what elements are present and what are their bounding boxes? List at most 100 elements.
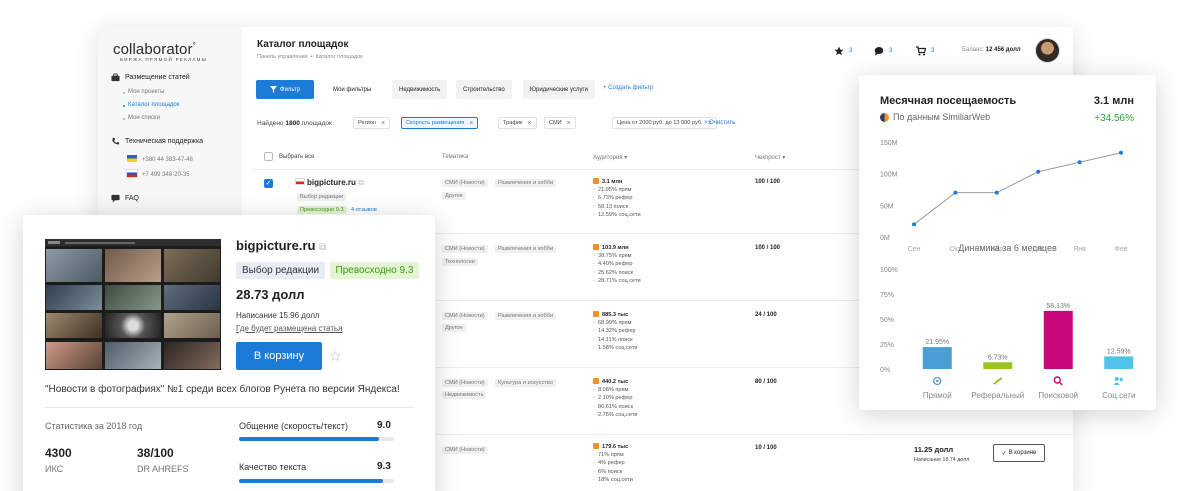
- breadcrumb-current: Каталог площадок: [315, 54, 363, 60]
- topic-tag: Развлечения и хобби: [495, 245, 557, 253]
- column-topics[interactable]: Тематика: [442, 154, 468, 160]
- placement-info-link[interactable]: Где будет размещена статья: [236, 324, 342, 333]
- row-reviews-link[interactable]: 4 отзывов: [351, 207, 377, 213]
- rating-communication-value: 9.0: [377, 420, 391, 431]
- filter-chip-region[interactable]: Регион ×: [353, 117, 391, 129]
- external-link-icon[interactable]: ⧉: [358, 178, 364, 187]
- detail-badges: Выбор редакции Превосходно 9.3: [236, 260, 420, 279]
- row-checkbox[interactable]: ✓: [264, 179, 273, 188]
- breadcrumb-home[interactable]: Панель управления: [257, 54, 308, 60]
- favorites-button[interactable]: 3: [834, 46, 852, 56]
- link-icon: [993, 377, 1003, 385]
- users-icon: [1114, 377, 1119, 381]
- bar-value-label: 6.73%: [988, 354, 1008, 361]
- phone-ru[interactable]: +7 499 348-20-35: [126, 169, 190, 178]
- sidebar-item-catalog[interactable]: Каталог площадок: [122, 102, 179, 108]
- screenshot-stage: collaborator° БИРЖА ПРЯМОЙ РЕКЛАМЫ Разме…: [0, 0, 1178, 491]
- data-source: По данным SimiliarWeb: [880, 112, 990, 122]
- rating-quality-value: 9.3: [377, 461, 391, 472]
- clear-filters-link[interactable]: × Очистить: [704, 120, 735, 126]
- data-point[interactable]: [994, 190, 999, 195]
- add-to-cart-button[interactable]: В корзину: [236, 342, 322, 370]
- y-tick-label: 100M: [880, 172, 898, 179]
- y-tick-label: 150M: [880, 140, 898, 147]
- series-line: [913, 152, 1122, 225]
- bar[interactable]: [983, 362, 1013, 369]
- bar-category-label: Прямой: [923, 391, 952, 400]
- avatar[interactable]: [1035, 38, 1060, 63]
- stats-title: Статистика за 2018 год: [45, 421, 143, 431]
- close-icon[interactable]: ×: [381, 120, 385, 127]
- y-tick-label: 50%: [880, 317, 894, 324]
- bar[interactable]: [1043, 310, 1073, 369]
- in-cart-button[interactable]: ✓ В корзине: [993, 444, 1045, 462]
- cart-icon: [916, 46, 926, 56]
- audience-cell: 885.3 тыс68.99% прям14.32% рефер14.11% п…: [593, 311, 638, 352]
- badge-editor-choice: Выбор редакции: [236, 262, 326, 279]
- sidebar-item-faq[interactable]: FAQ: [111, 194, 139, 203]
- users-icon-body: [1113, 382, 1120, 385]
- messages-button[interactable]: 3: [874, 46, 892, 56]
- sidebar-item-support[interactable]: Техническая поддержка: [111, 137, 203, 146]
- tab-realty[interactable]: Недвижимость: [392, 80, 448, 99]
- close-icon[interactable]: ×: [528, 120, 532, 127]
- filter-chip-speed[interactable]: Скорость размещения ×: [401, 117, 479, 129]
- audience-cell: 103.9 млн38.75% прям4.40% рефер25.62% по…: [593, 244, 641, 285]
- sidebar-item-my-lists[interactable]: Мои списки: [123, 115, 160, 121]
- data-point[interactable]: [1119, 150, 1123, 155]
- data-point[interactable]: [1077, 160, 1082, 165]
- row-badge-rating: Превосходно 9.3: [297, 206, 347, 214]
- bar-category-label: Реферальный: [971, 391, 1024, 400]
- close-icon[interactable]: ×: [469, 120, 473, 127]
- cart-button[interactable]: 3: [916, 46, 934, 56]
- data-point[interactable]: [912, 222, 916, 227]
- bar[interactable]: [1104, 356, 1134, 369]
- star-icon: [834, 46, 844, 56]
- flag-ru-icon: [126, 169, 138, 178]
- check-value: 80 / 100: [755, 379, 777, 385]
- filter-chip-price[interactable]: Цена от 2000 руб. до 13 000 руб. ×: [612, 117, 717, 129]
- flag-icon: [295, 178, 305, 185]
- close-icon[interactable]: ×: [567, 120, 571, 127]
- phone-ua[interactable]: +380 44 383-47-48: [127, 155, 193, 163]
- filter-button[interactable]: Фильтр: [256, 80, 314, 99]
- topic-tag: СМИ (Новости): [442, 312, 488, 320]
- create-filter-link[interactable]: + Создать фильтр: [603, 85, 653, 91]
- y-tick-label: 100%: [880, 267, 898, 274]
- tab-legal[interactable]: Юридические услуги: [523, 80, 596, 99]
- site-preview-thumbnail[interactable]: [45, 239, 221, 370]
- sidebar-item-my-projects[interactable]: Мои проекты: [122, 89, 164, 95]
- column-audience[interactable]: Аудитория ▾: [593, 154, 627, 161]
- external-link-icon[interactable]: ⧉: [319, 242, 326, 253]
- check-value: 100 / 100: [755, 245, 781, 251]
- phone-icon: [112, 137, 120, 145]
- logo[interactable]: collaborator°: [113, 41, 196, 58]
- column-check[interactable]: Чекпрост ▾: [755, 154, 785, 161]
- detail-site-name[interactable]: bigpicture.ru ⧉: [236, 238, 326, 253]
- rating-communication-bar: [239, 437, 394, 441]
- check-icon: ✓: [1001, 450, 1007, 457]
- check-value: 24 / 100: [755, 312, 777, 318]
- tab-construction[interactable]: Строительство: [456, 80, 512, 99]
- rating-quality-label: Качество текста: [239, 462, 307, 472]
- topic-tag: Другое: [442, 324, 466, 332]
- site-description: "Новости в фотографиях" №1 среди всех бл…: [45, 384, 400, 395]
- data-point[interactable]: [953, 190, 958, 195]
- row-site-name[interactable]: bigpicture.ru ⧉: [295, 178, 364, 188]
- total-visits: 3.1 млн: [1093, 95, 1134, 107]
- bar[interactable]: [922, 347, 952, 369]
- data-point[interactable]: [1036, 169, 1041, 174]
- audience-cell: 3.1 млн21.95% прям6.73% рефер58.13 поиск…: [593, 178, 641, 219]
- traffic-stats-panel: Месячная посещаемость По данным Similiar…: [859, 75, 1156, 410]
- filter-chip-traffic[interactable]: Трафик ×: [498, 117, 537, 129]
- y-tick-label: 0M: [880, 235, 890, 242]
- select-all-checkbox[interactable]: [264, 152, 273, 161]
- bar-category-label: Поисковой: [1038, 391, 1078, 400]
- flag-ua-icon: [127, 155, 137, 162]
- balance: Баланс: 12 456 долл: [962, 47, 1021, 53]
- sidebar-item-placement[interactable]: Размещение статей: [111, 73, 190, 82]
- filter-chip-media[interactable]: СМИ ×: [544, 117, 576, 129]
- tab-my-filters[interactable]: Мои фильтры: [326, 80, 378, 99]
- chart-title: Месячная посещаемость: [880, 95, 1017, 107]
- star-outline-icon[interactable]: ☆: [329, 348, 342, 365]
